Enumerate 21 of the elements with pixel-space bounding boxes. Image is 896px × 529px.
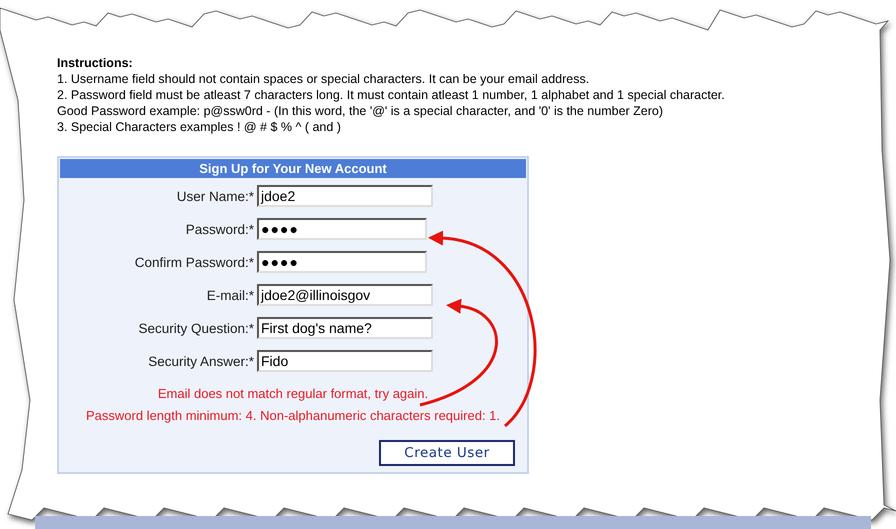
instruction-line: 2. Password field must be atleast 7 characters long. It must contain atleast 1 number, 1 alphabet and 1 special character. [57,87,726,103]
field-label: Security Question:* [137,320,255,336]
field-label: Password:* [184,222,255,236]
input-field[interactable]: Fido [257,350,433,372]
field-label: E-mail:* [206,288,255,302]
field-label: Confirm Password:* [134,254,255,270]
instruction-line: 3. Special Characters examples ! @ # $ % ^ ( and ) [57,119,342,135]
panel-title: Sign Up for Your New Account [60,159,526,178]
instructions-heading: Instructions: [57,55,134,71]
input-field[interactable]: First dog's name? [257,317,433,339]
error-message: Email does not match regular format, try again. [158,386,428,401]
create-user-button[interactable]: Create User [379,440,515,466]
input-field[interactable]: jdoe2 [257,185,433,207]
field-label: Security Answer:* [147,354,255,368]
password-field[interactable]: ●●●● [257,218,427,240]
instruction-line: 1. Username field should not contain spaces or special characters. It can be your email address. [57,71,590,87]
field-label: User Name:* [176,188,255,204]
input-field[interactable]: jdoe2@illinoisgov [257,284,433,306]
error-message: Password length minimum: 4. Non-alphanumeric characters required: 1. [86,408,500,423]
instruction-line: Good Password example: p@ssw0rd - (In this word, the '@' is a special character, and '0' is the number Zero) [57,103,664,119]
password-field[interactable]: ●●●● [257,251,427,273]
